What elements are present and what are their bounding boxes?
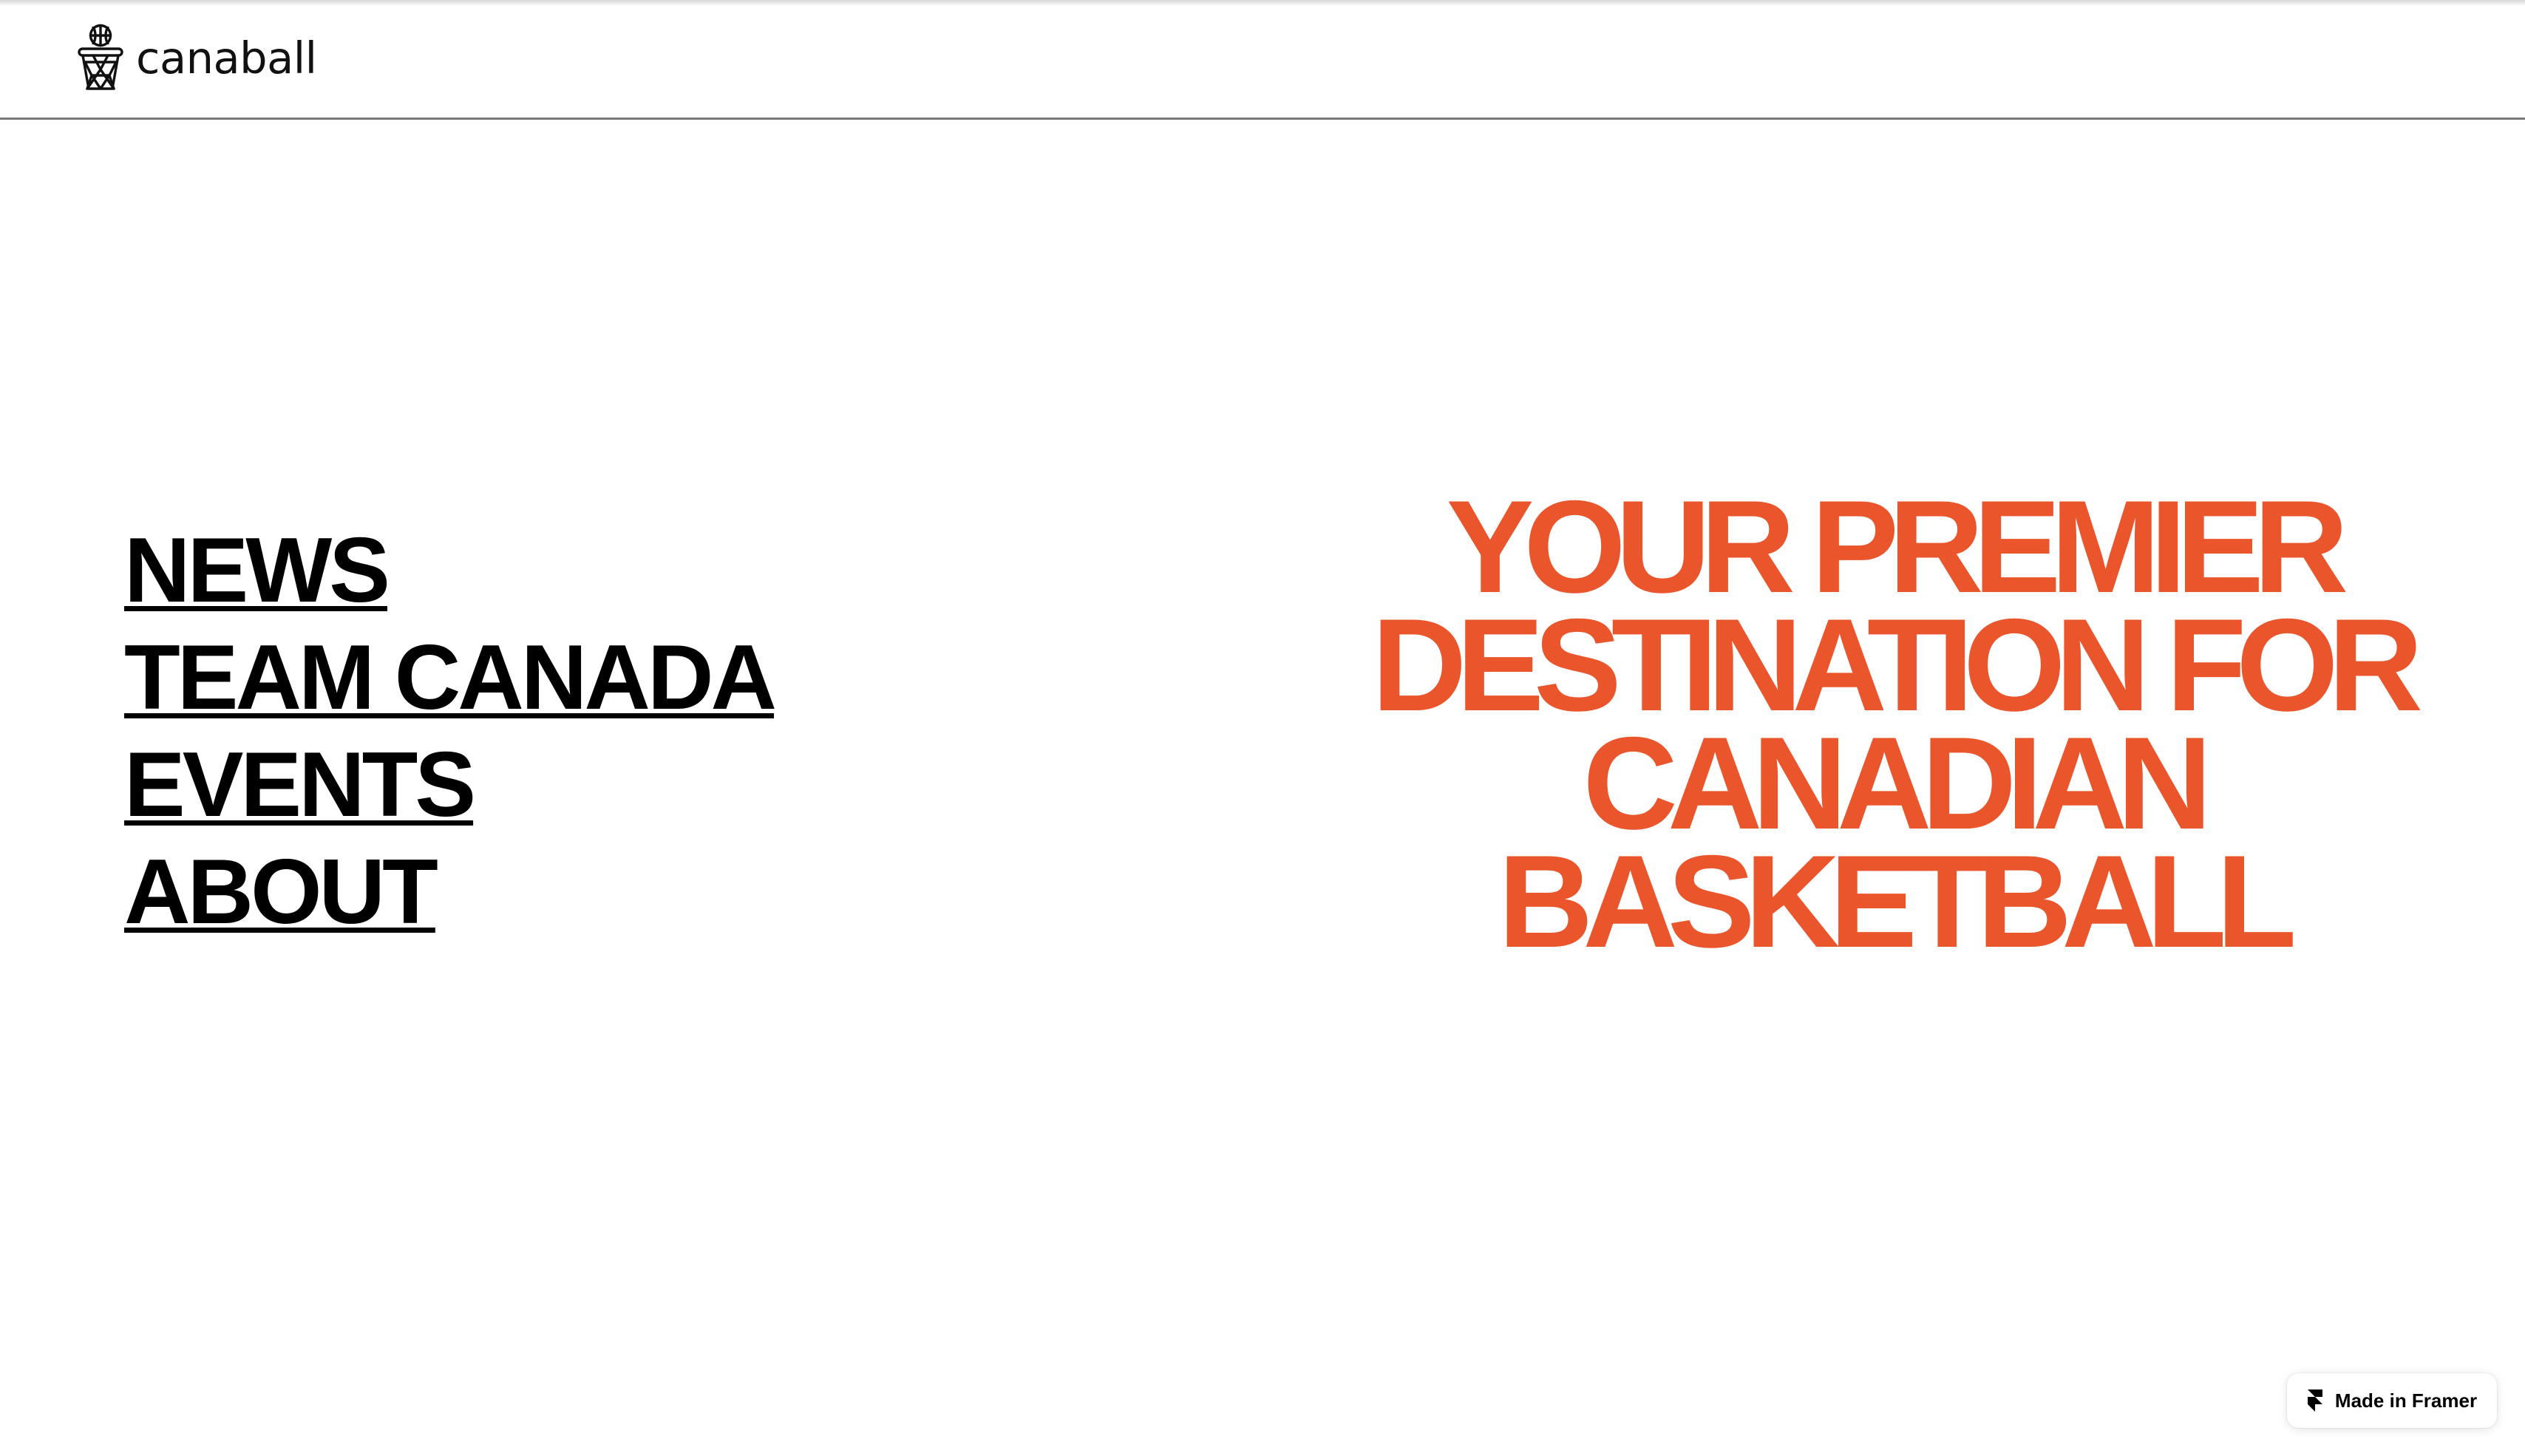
made-in-framer-label: Made in Framer <box>2334 1389 2478 1412</box>
logo-link[interactable]: canaball <box>77 24 317 92</box>
nav-link-team-canada[interactable]: TEAM CANADA <box>124 625 777 732</box>
brand-name: canaball <box>136 32 317 84</box>
made-in-framer-badge[interactable]: Made in Framer <box>2287 1373 2497 1428</box>
top-navigation-bar: canaball <box>0 0 2525 120</box>
basketball-hoop-icon <box>78 24 123 90</box>
nav-link-events[interactable]: EVENTS <box>124 732 774 839</box>
hero-headline: YOUR PREMIER DESTINATION FOR CANADIAN BA… <box>1371 473 2423 975</box>
framer-logo-icon <box>2307 1389 2322 1412</box>
nav-link-news[interactable]: NEWS <box>124 517 774 625</box>
top-shadow <box>0 0 2525 6</box>
main-navigation: NEWS TEAM CANADA EVENTS ABOUT <box>124 517 777 946</box>
nav-link-about[interactable]: ABOUT <box>124 839 774 946</box>
